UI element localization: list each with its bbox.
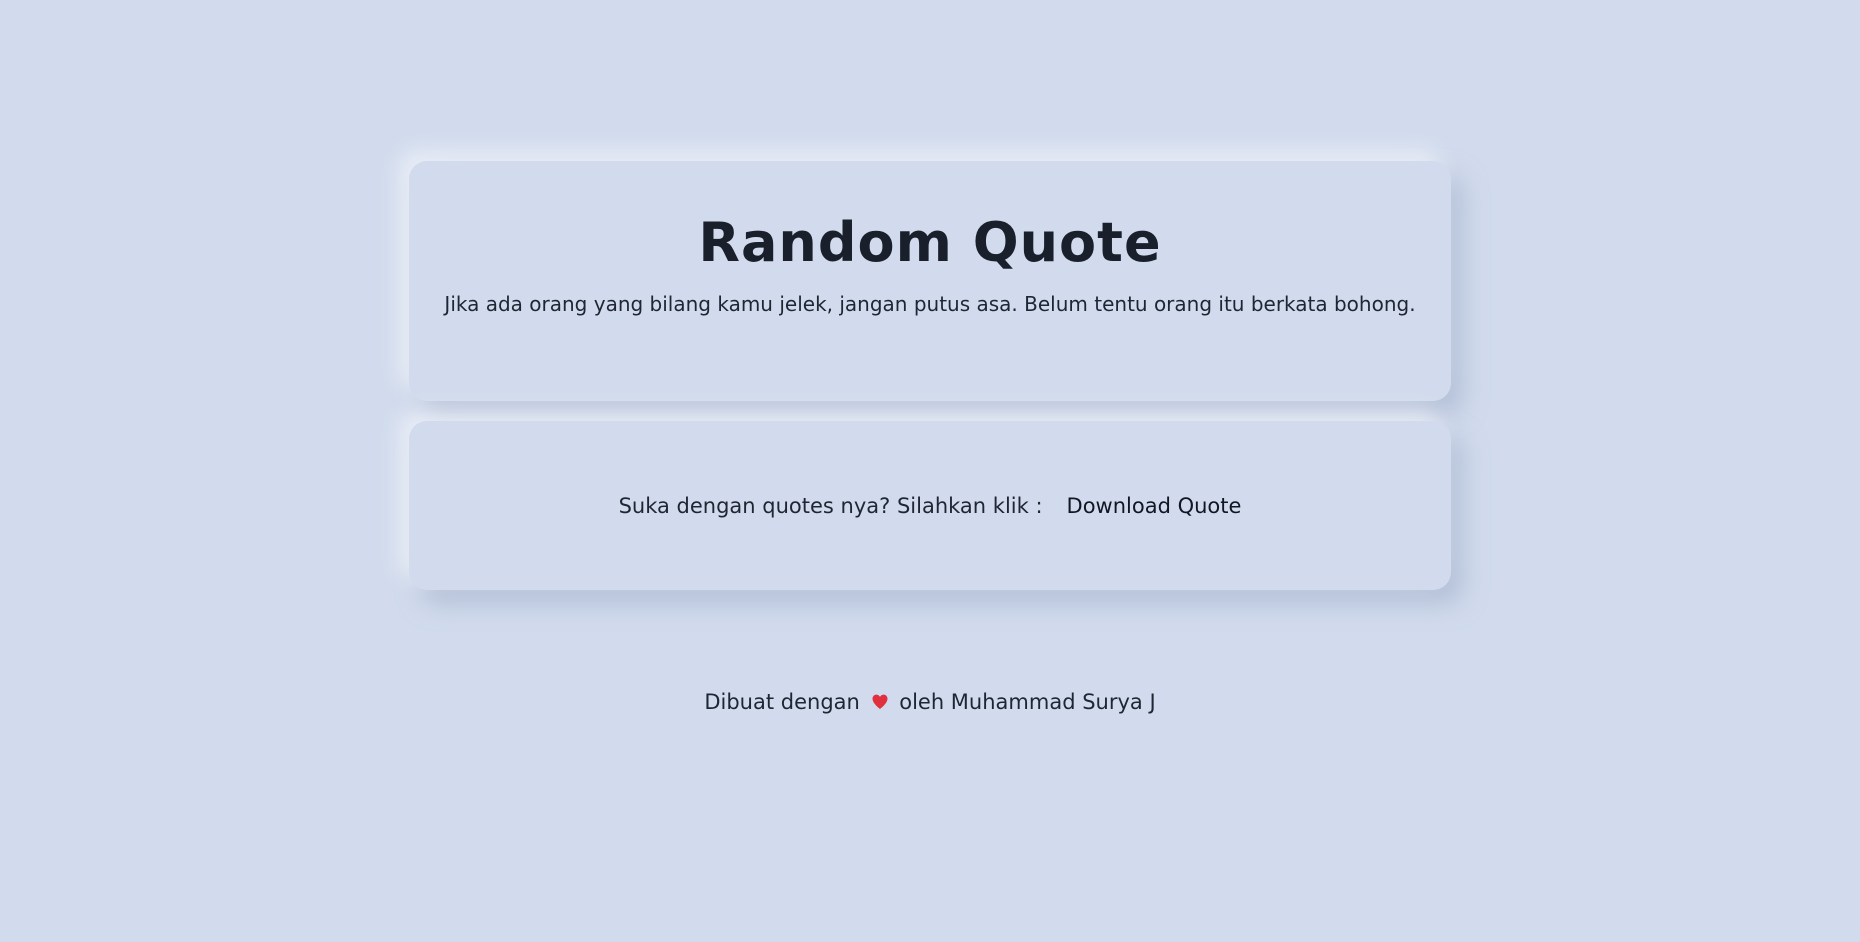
page-title: Random Quote: [698, 211, 1162, 274]
download-quote-button[interactable]: Download Quote: [1067, 494, 1242, 518]
footer-suffix: oleh Muhammad Surya J: [899, 690, 1156, 714]
download-prompt: Suka dengan quotes nya? Silahkan klik :: [618, 493, 1043, 518]
heart-icon: [871, 692, 889, 710]
quote-card: Random Quote Jika ada orang yang bilang …: [409, 161, 1451, 401]
download-card: Suka dengan quotes nya? Silahkan klik : …: [409, 421, 1451, 590]
footer-prefix: Dibuat dengan: [704, 690, 860, 714]
quote-text: Jika ada orang yang bilang kamu jelek, j…: [444, 292, 1416, 317]
footer: Dibuat dengan oleh Muhammad Surya J: [0, 690, 1860, 714]
